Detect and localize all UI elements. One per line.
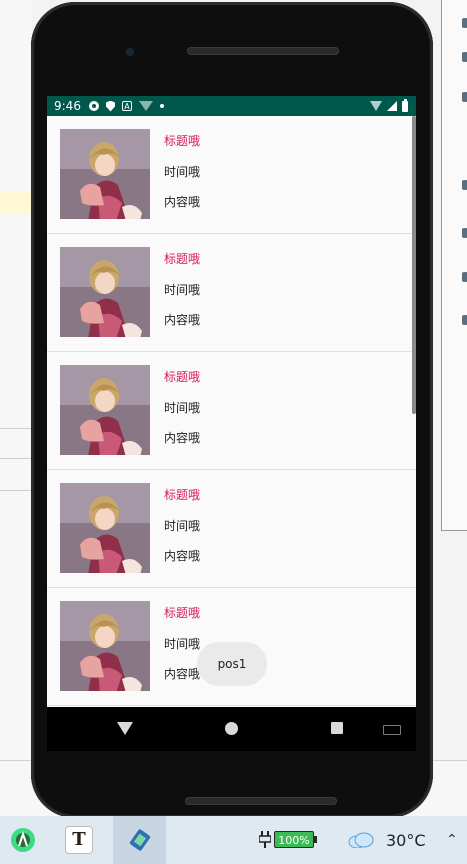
ide-left-gutter xyxy=(0,0,32,816)
list-item[interactable]: 标题哦 时间哦 内容哦 xyxy=(47,234,416,352)
device-screen: 9:46 A 标题哦 时间哦 内容哦 标题哦 时间哦 内容哦 标题哦 时间哦 内… xyxy=(47,96,416,707)
item-time: 时间哦 xyxy=(164,637,201,651)
battery-icon xyxy=(402,98,408,112)
battery-icon xyxy=(314,836,317,843)
signal-icon xyxy=(387,101,397,111)
battery-percent: 100% xyxy=(274,831,314,848)
thumbnail-image xyxy=(60,129,150,219)
back-icon[interactable] xyxy=(117,722,133,735)
news-list: 标题哦 时间哦 内容哦 标题哦 时间哦 内容哦 标题哦 时间哦 内容哦 标题哦 … xyxy=(47,116,416,706)
item-time: 时间哦 xyxy=(164,519,201,533)
item-time: 时间哦 xyxy=(164,283,201,297)
thumbnail-image xyxy=(60,365,150,455)
item-title: 标题哦 xyxy=(164,606,201,620)
item-time: 时间哦 xyxy=(164,165,201,179)
android-studio-icon[interactable] xyxy=(0,816,46,864)
item-content: 内容哦 xyxy=(164,195,201,209)
toast-message: pos1 xyxy=(197,642,267,686)
item-content: 内容哦 xyxy=(164,431,201,445)
home-icon[interactable] xyxy=(225,722,238,735)
list-item[interactable]: 标题哦 时间哦 内容哦 xyxy=(47,116,416,234)
emulator-icon[interactable] xyxy=(113,816,166,864)
a-badge-icon: A xyxy=(122,101,132,111)
item-title: 标题哦 xyxy=(164,488,201,502)
list-item[interactable]: 标题哦 时间哦 内容哦 xyxy=(47,470,416,588)
power-plug-icon xyxy=(259,831,271,848)
keyboard-icon[interactable] xyxy=(383,725,401,735)
list-scrollbar[interactable] xyxy=(412,116,416,414)
recents-icon[interactable] xyxy=(331,722,343,734)
divider xyxy=(0,490,32,491)
earpiece-speaker xyxy=(187,47,339,55)
tool-icon[interactable] xyxy=(462,272,467,282)
temperature-text[interactable]: 30°C xyxy=(386,831,426,850)
tool-icon[interactable] xyxy=(462,52,467,62)
notification-dot-icon xyxy=(160,104,164,108)
tool-icon[interactable] xyxy=(462,92,467,102)
item-content: 内容哦 xyxy=(164,549,201,563)
item-title: 标题哦 xyxy=(164,252,201,266)
ide-right-toolbar xyxy=(441,0,467,531)
item-content: 内容哦 xyxy=(164,667,201,681)
status-right-icons xyxy=(370,98,408,113)
bottom-speaker xyxy=(185,797,337,805)
item-time: 时间哦 xyxy=(164,401,201,415)
status-bar: 9:46 A xyxy=(47,96,416,116)
tool-icon[interactable] xyxy=(462,315,467,325)
front-camera xyxy=(123,45,137,59)
thumbnail-image xyxy=(60,601,150,691)
settings-icon xyxy=(89,101,99,111)
item-content: 内容哦 xyxy=(164,313,201,327)
tool-icon[interactable] xyxy=(462,18,467,28)
divider xyxy=(0,458,32,459)
item-title: 标题哦 xyxy=(164,134,201,148)
weather-cloud-icon[interactable] xyxy=(348,832,374,848)
item-title: 标题哦 xyxy=(164,370,201,384)
status-left-icons: A xyxy=(89,98,164,114)
text-app-icon[interactable]: T xyxy=(56,816,102,864)
wifi-icon xyxy=(139,101,153,111)
thumbnail-image xyxy=(60,247,150,337)
divider xyxy=(0,428,32,429)
chevron-up-icon[interactable]: ⌃ xyxy=(446,832,458,848)
wifi-icon xyxy=(370,101,382,111)
status-time: 9:46 xyxy=(54,99,81,113)
android-nav-bar xyxy=(47,707,416,751)
highlighted-line xyxy=(0,192,32,214)
thumbnail-image xyxy=(60,483,150,573)
text-app-letter: T xyxy=(65,826,93,854)
list-item[interactable]: 标题哦 时间哦 内容哦 xyxy=(47,352,416,470)
tool-icon[interactable] xyxy=(462,228,467,238)
shield-icon xyxy=(106,100,115,112)
tool-icon[interactable] xyxy=(462,180,467,190)
